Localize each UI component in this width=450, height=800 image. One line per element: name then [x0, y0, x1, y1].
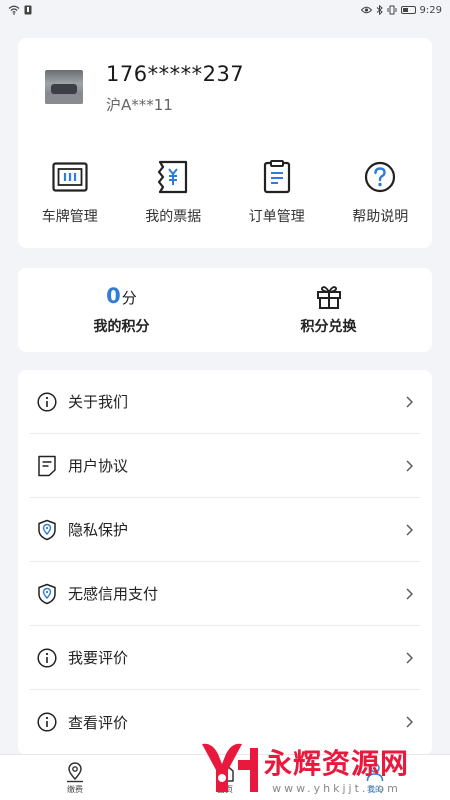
bluetooth-icon — [376, 5, 383, 15]
avatar[interactable] — [45, 70, 83, 104]
info-icon — [36, 391, 58, 413]
vibrate-icon — [387, 5, 397, 15]
settings-menu: 关于我们 用户协议 隐私保护 无感信用支付 我要评价 查看评价 — [18, 370, 432, 755]
tab-payment[interactable]: 缴费 — [0, 755, 150, 800]
profile-card: 176*****237 沪A***11 车牌管理 我的票据 订单管理 帮助说明 — [18, 38, 432, 248]
chevron-right-icon — [406, 396, 413, 407]
eye-icon — [360, 6, 372, 14]
score-unit: 分 — [121, 289, 137, 307]
location-pin-icon — [67, 761, 83, 782]
tab-payment-label: 缴费 — [67, 784, 83, 794]
info-icon — [36, 711, 58, 733]
status-bar: 9:29 — [0, 0, 450, 20]
shield-location-icon — [36, 583, 58, 605]
quick-order[interactable]: 订单管理 — [225, 158, 329, 226]
quick-license-plate-label: 车牌管理 — [41, 209, 98, 225]
my-points[interactable]: 0 分 我的积分 — [18, 268, 225, 352]
quick-receipt[interactable]: 我的票据 — [122, 158, 226, 226]
watermark: 永辉资源网 www.yhkjjt.com — [198, 738, 448, 798]
points-exchange[interactable]: 积分兑换 — [225, 268, 432, 352]
watermark-logo-icon — [202, 743, 258, 792]
user-phone: 176*****237 — [106, 62, 245, 86]
user-plate: 沪A***11 — [106, 96, 173, 114]
chevron-right-icon — [406, 716, 413, 728]
menu-about-us-label: 关于我们 — [68, 393, 129, 411]
watermark-text: 永辉资源网 www.yhkjjt.com — [264, 742, 409, 795]
score-line: 0 分 — [106, 284, 137, 310]
menu-view-reviews-label: 查看评价 — [68, 713, 129, 732]
status-time: 9:29 — [419, 4, 442, 16]
wifi-icon — [8, 5, 20, 15]
gift-icon-wrap — [316, 284, 342, 310]
notification-icon — [24, 5, 32, 15]
score-value: 0 — [106, 284, 121, 308]
battery-icon — [400, 6, 416, 14]
menu-privacy[interactable]: 隐私保护 — [30, 498, 420, 562]
menu-about-us[interactable]: 关于我们 — [30, 370, 420, 434]
help-icon — [361, 158, 399, 196]
chevron-right-icon — [406, 588, 413, 599]
status-right: 9:29 — [360, 4, 442, 16]
license-plate-icon — [51, 158, 89, 196]
points-exchange-label: 积分兑换 — [300, 319, 357, 335]
points-card: 0 分 我的积分 积分兑换 — [18, 268, 432, 352]
quick-order-label: 订单管理 — [248, 209, 305, 225]
chevron-right-icon — [406, 524, 413, 535]
menu-write-review-label: 我要评价 — [68, 649, 129, 667]
quick-help[interactable]: 帮助说明 — [329, 158, 433, 226]
info-icon — [36, 647, 58, 669]
chevron-right-icon — [406, 652, 413, 663]
quick-actions: 车牌管理 我的票据 订单管理 帮助说明 — [18, 158, 432, 226]
quick-help-label: 帮助说明 — [352, 209, 409, 225]
menu-privacy-label: 隐私保护 — [68, 521, 129, 539]
menu-user-agreement[interactable]: 用户协议 — [30, 434, 420, 498]
menu-write-review[interactable]: 我要评价 — [30, 626, 420, 690]
chevron-right-icon — [406, 460, 413, 471]
order-icon — [258, 158, 296, 196]
menu-user-agreement-label: 用户协议 — [68, 457, 129, 475]
watermark-brand: 永辉资源网 — [264, 746, 410, 780]
status-left — [8, 5, 32, 15]
quick-license-plate[interactable]: 车牌管理 — [18, 158, 122, 226]
gift-icon — [316, 286, 341, 309]
document-icon — [36, 455, 58, 477]
receipt-icon — [154, 158, 192, 196]
quick-receipt-label: 我的票据 — [145, 209, 202, 225]
watermark-url: www.yhkjjt.com — [272, 781, 401, 795]
my-points-label: 我的积分 — [93, 319, 150, 335]
menu-credit-pay[interactable]: 无感信用支付 — [30, 562, 420, 626]
shield-location-icon — [36, 519, 58, 541]
menu-credit-pay-label: 无感信用支付 — [68, 585, 159, 603]
